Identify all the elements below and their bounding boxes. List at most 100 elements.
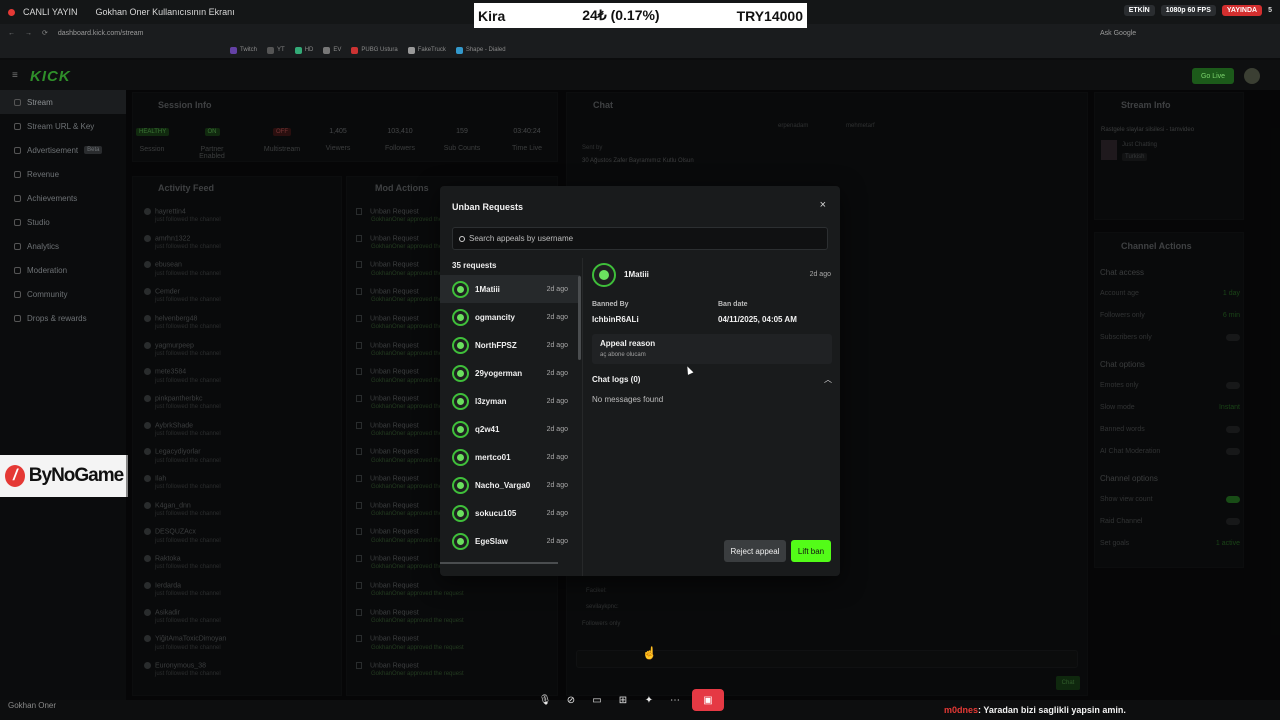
no-messages-text: No messages found — [592, 395, 664, 404]
status-badge-live: YAYINDA — [1221, 5, 1263, 16]
request-username: 1Matiii — [475, 284, 500, 294]
viewer-count: 5 — [1268, 7, 1272, 14]
shield-icon — [14, 266, 21, 274]
sidebar-item-drops[interactable]: Drops & rewards — [0, 306, 126, 330]
gift-icon — [14, 314, 21, 322]
go-live-button[interactable]: Go Live — [1192, 68, 1234, 84]
table-row[interactable]: Nacho_Varga0 2d ago — [440, 471, 580, 499]
request-time: 2d ago — [546, 313, 568, 321]
request-username: ogmancity — [475, 312, 516, 322]
more-icon[interactable]: ⋯ — [666, 691, 684, 709]
chat-logs-title[interactable]: Chat logs (0) — [592, 375, 640, 384]
live-dot-icon — [8, 8, 15, 16]
close-icon[interactable]: × — [820, 199, 826, 211]
price-ticker: Kira 24₺ (0.17%) TRY14000 — [474, 3, 807, 28]
table-row[interactable]: mertco01 2d ago — [440, 443, 580, 471]
community-icon — [14, 290, 21, 298]
url-text[interactable]: dashboard.kick.com/stream — [58, 30, 144, 37]
grid-icon[interactable]: ⊞ — [614, 691, 632, 709]
request-time: 2d ago — [546, 341, 568, 349]
avatar[interactable] — [1244, 68, 1260, 84]
status-badge-active: ETKİN — [1123, 5, 1155, 16]
request-list[interactable]: 1Matiii 2d ago ogmancity 2d ago NorthFPSZ 2d … — [440, 275, 580, 561]
avatar — [592, 263, 616, 287]
forward-icon[interactable]: → — [25, 30, 32, 37]
bookmark-ev[interactable]: EV — [323, 46, 341, 54]
avatar — [452, 476, 469, 494]
table-row[interactable]: 29yogerman 2d ago — [440, 359, 580, 387]
request-time: 2d ago — [546, 425, 568, 433]
microphone-icon[interactable]: 🎙 — [536, 691, 554, 709]
sidebar-item-stream[interactable]: Stream — [0, 90, 126, 114]
key-icon — [14, 122, 21, 130]
detail-username[interactable]: 1Matiii — [624, 270, 649, 279]
screen-title: Gokhan Oner Kullanıcısının Ekranı — [95, 7, 235, 17]
sidebar-item-advertisement[interactable]: Advertisement Beta — [0, 138, 126, 162]
modal-title: Unban Requests — [452, 202, 524, 212]
present-icon[interactable]: ▭ — [588, 691, 606, 709]
camera-off-icon[interactable]: ⊘ — [562, 691, 580, 709]
revenue-icon — [14, 170, 21, 178]
table-row[interactable]: sokucu105 2d ago — [440, 499, 580, 527]
sidebar-item-community[interactable]: Community — [0, 282, 126, 306]
lift-ban-button[interactable]: Lift ban — [791, 540, 831, 562]
ad-icon — [14, 146, 21, 154]
bookmark-shape[interactable]: Shape - Dialed — [455, 46, 506, 54]
analytics-icon — [14, 242, 21, 250]
avatar — [452, 448, 469, 466]
table-row[interactable]: ogmancity 2d ago — [440, 303, 580, 331]
bookmarks-bar: Twitch YT HD EV PUBG Ustura FakeTruck Sh… — [0, 42, 1280, 58]
banned-by-value: IchbinR6ALi — [592, 315, 639, 324]
list-scrollbar[interactable] — [578, 276, 581, 360]
sidebar-item-achievements[interactable]: Achievements — [0, 186, 126, 210]
bookmark-hd[interactable]: HD — [294, 46, 313, 54]
banned-by-label: Banned By — [592, 301, 629, 308]
request-time: 2d ago — [546, 369, 568, 377]
reload-icon[interactable]: ⟳ — [42, 29, 48, 37]
ticker-price: TRY14000 — [736, 7, 803, 24]
search-input[interactable] — [469, 234, 809, 243]
table-row[interactable]: EgeSlaw 2d ago — [440, 527, 580, 555]
ticker-name: Kira — [478, 7, 506, 24]
bookmark-yt[interactable]: YT — [267, 46, 285, 54]
effects-icon[interactable]: ✦ — [640, 691, 658, 709]
search-engine-label[interactable]: Ask Google — [1100, 30, 1136, 37]
chevron-up-icon[interactable]: ︿ — [824, 374, 832, 385]
request-time: 2d ago — [546, 537, 568, 545]
stop-share-button[interactable]: ▣ — [692, 689, 724, 711]
request-time: 2d ago — [546, 509, 568, 517]
kick-logo[interactable]: KICK — [30, 68, 71, 85]
search-field[interactable] — [452, 227, 828, 250]
studio-icon — [14, 218, 21, 226]
back-icon[interactable]: ← — [8, 30, 15, 37]
table-row[interactable]: 1Matiii 2d ago — [440, 275, 580, 303]
avatar — [452, 364, 469, 382]
request-username: NorthFPSZ — [475, 340, 517, 350]
table-row[interactable]: l3zyman 2d ago — [440, 387, 580, 415]
sidebar-item-stream-url[interactable]: Stream URL & Key — [0, 114, 126, 138]
sidebar-item-studio[interactable]: Studio — [0, 210, 126, 234]
bookmark-pubg[interactable]: PUBG Ustura — [351, 46, 398, 54]
request-username: Nacho_Varga0 — [475, 480, 531, 490]
request-time: 2d ago — [546, 397, 568, 405]
divider — [582, 258, 583, 576]
request-username: l3zyman — [475, 396, 507, 406]
appeal-reason-label: Appeal reason — [600, 339, 656, 348]
request-time: 2d ago — [546, 285, 568, 293]
list-horizontal-scrollbar[interactable] — [440, 562, 558, 564]
avatar — [452, 280, 469, 298]
request-time: 2d ago — [546, 453, 568, 461]
sidebar-item-moderation[interactable]: Moderation — [0, 258, 126, 282]
table-row[interactable]: NorthFPSZ 2d ago — [440, 331, 580, 359]
bookmark-twitch[interactable]: Twitch — [230, 46, 257, 54]
chat-ticker: m0dnes: Yaradan bizi saglikli yapsin ami… — [944, 705, 1126, 715]
bookmark-faketruck[interactable]: FakeTruck — [407, 46, 446, 54]
request-username: mertco01 — [475, 452, 511, 462]
table-row[interactable]: q2w41 2d ago — [440, 415, 580, 443]
sidebar-item-analytics[interactable]: Analytics — [0, 234, 126, 258]
reject-appeal-button[interactable]: Reject appeal — [724, 540, 786, 562]
avatar — [452, 336, 469, 354]
hamburger-icon[interactable]: ≡ — [12, 70, 18, 81]
sidebar-item-revenue[interactable]: Revenue — [0, 162, 126, 186]
request-username: q2w41 — [475, 424, 500, 434]
